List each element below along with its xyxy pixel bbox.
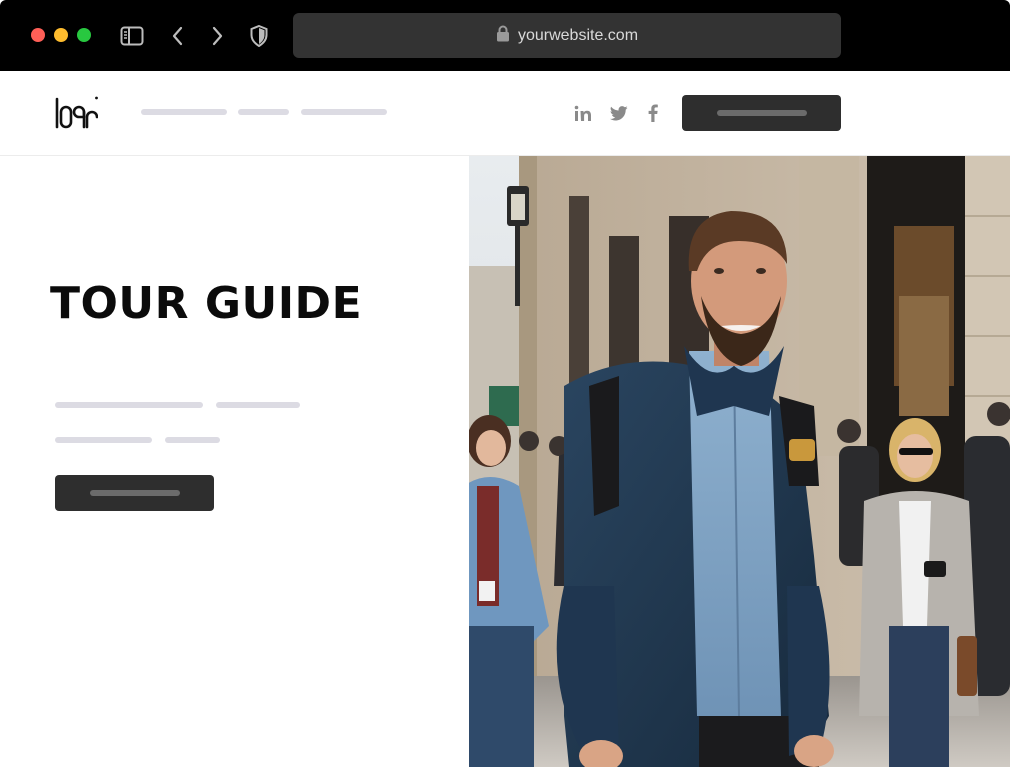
nav-link-placeholder[interactable] <box>141 109 227 115</box>
tour-guide-photo <box>469 156 1010 767</box>
nav-link-placeholder[interactable] <box>301 109 387 115</box>
body-text-placeholder <box>55 437 152 443</box>
site-header <box>0 71 1010 156</box>
close-window-button[interactable] <box>31 28 45 42</box>
body-text-placeholder <box>216 402 300 408</box>
nav-link-placeholder[interactable] <box>238 109 289 115</box>
back-arrow-icon[interactable] <box>165 23 191 49</box>
lock-icon <box>496 25 510 47</box>
hero-cta-button[interactable] <box>55 475 214 511</box>
linkedin-icon[interactable] <box>571 101 595 125</box>
url-text: yourwebsite.com <box>517 26 639 44</box>
sidebar-icon[interactable] <box>119 23 145 49</box>
button-label-placeholder <box>716 110 807 116</box>
header-cta-button[interactable] <box>682 95 841 131</box>
page-title: TOUR GUIDE <box>50 278 363 329</box>
forward-arrow-icon[interactable] <box>204 23 230 49</box>
button-label-placeholder <box>89 490 180 496</box>
logo[interactable] <box>54 95 98 131</box>
browser-window: yourwebsite.com TOUR GUIDE <box>0 0 1010 767</box>
minimize-window-button[interactable] <box>54 28 68 42</box>
body-text-placeholder <box>165 437 220 443</box>
maximize-window-button[interactable] <box>77 28 91 42</box>
address-bar[interactable]: yourwebsite.com <box>293 13 841 58</box>
twitter-icon[interactable] <box>607 101 631 125</box>
body-text-placeholder <box>55 402 203 408</box>
shield-icon[interactable] <box>246 23 272 49</box>
browser-toolbar: yourwebsite.com <box>0 0 1010 71</box>
facebook-icon[interactable] <box>641 101 665 125</box>
